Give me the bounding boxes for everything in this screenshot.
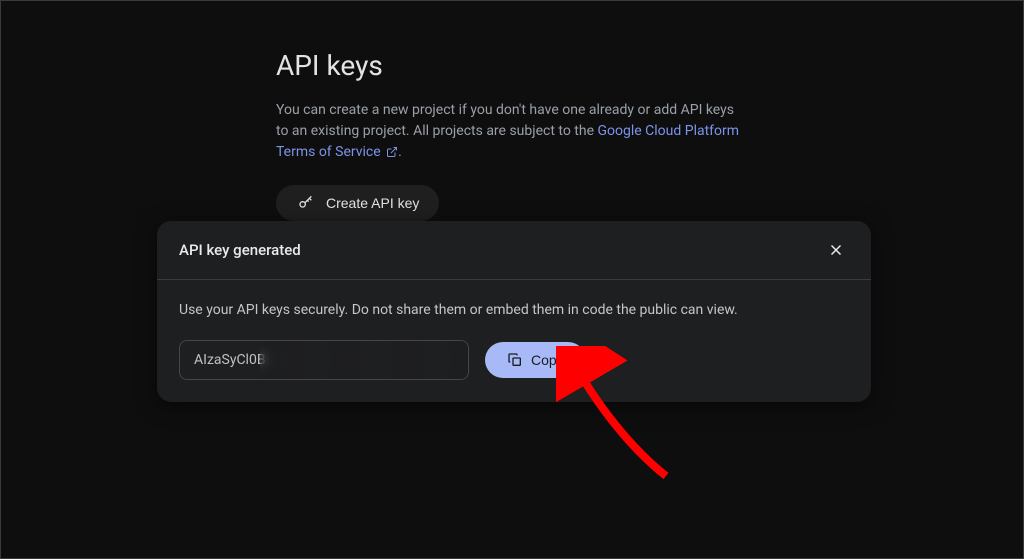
api-key-value: AIzaSyCl0B [194, 352, 266, 368]
dialog-title: API key generated [179, 241, 301, 259]
close-icon [827, 241, 845, 259]
copy-icon [507, 352, 523, 368]
create-button-label: Create API key [326, 195, 419, 211]
page-title: API keys [276, 49, 741, 82]
desc-suffix: . [398, 144, 402, 160]
dialog-header: API key generated [157, 221, 871, 280]
key-icon [296, 195, 316, 211]
api-key-dialog: API key generated Use your API keys secu… [157, 221, 871, 402]
create-api-key-button[interactable]: Create API key [276, 185, 439, 221]
key-row: AIzaSyCl0B Copy [179, 340, 849, 380]
dialog-body: Use your API keys securely. Do not share… [157, 280, 871, 402]
copy-button[interactable]: Copy [485, 342, 586, 378]
external-link-icon [386, 146, 398, 158]
key-blur-overlay [260, 341, 468, 379]
close-button[interactable] [823, 237, 849, 263]
page-description: You can create a new project if you don'… [276, 100, 741, 163]
api-key-field[interactable]: AIzaSyCl0B [179, 340, 469, 380]
copy-button-label: Copy [531, 352, 564, 368]
dialog-description: Use your API keys securely. Do not share… [179, 302, 849, 318]
